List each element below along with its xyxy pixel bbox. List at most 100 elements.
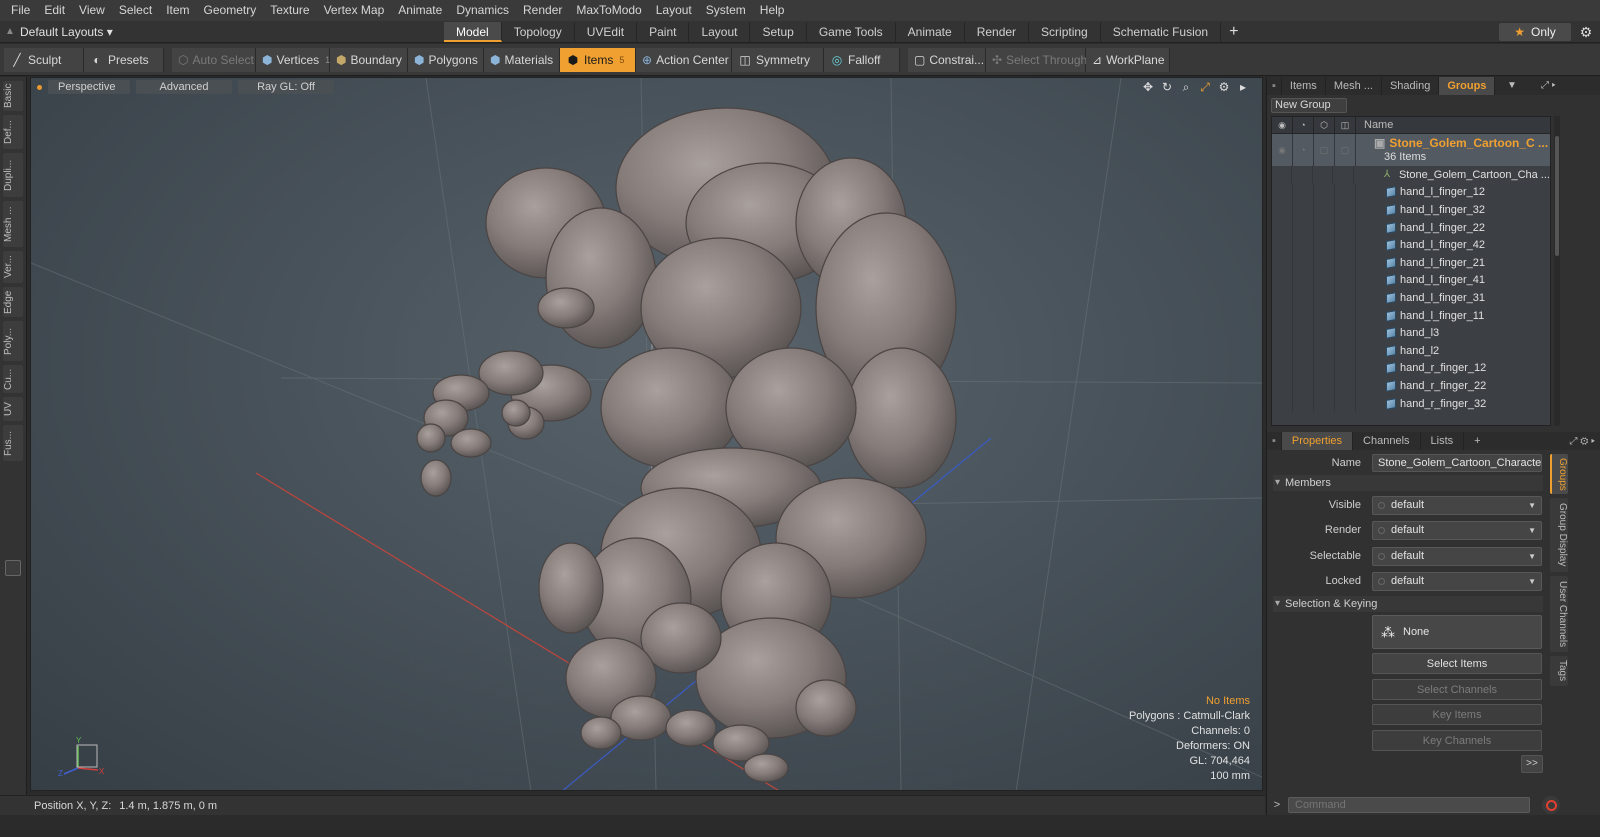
- tree-item-column[interactable]: [1293, 218, 1314, 237]
- tab-mesh[interactable]: Mesh ...: [1326, 77, 1382, 95]
- add-tab-icon[interactable]: +: [1464, 432, 1490, 450]
- tree-scroll-thumb[interactable]: [1555, 136, 1559, 256]
- tab-items[interactable]: Items: [1282, 77, 1326, 95]
- tree-item-column[interactable]: [1292, 166, 1313, 184]
- items-button[interactable]: ⬢ Items 5: [560, 47, 636, 72]
- tree-item-column[interactable]: [1335, 341, 1356, 360]
- visible-dropdown[interactable]: default: [1372, 495, 1542, 515]
- locked-dropdown[interactable]: default: [1372, 571, 1542, 591]
- auto-select-button[interactable]: ⬡ Auto Select: [172, 47, 256, 72]
- select-channels-button[interactable]: Select Channels: [1372, 679, 1542, 700]
- tree-item-row[interactable]: hand_l_finger_42: [1272, 236, 1550, 254]
- move-view-icon[interactable]: ✥: [1141, 80, 1155, 94]
- tab-edge[interactable]: Edge: [3, 287, 23, 317]
- zoom-view-icon[interactable]: ⌕: [1179, 80, 1193, 94]
- add-tab-icon[interactable]: +: [1221, 22, 1246, 42]
- fit-view-icon[interactable]: ⤢: [1198, 80, 1212, 94]
- record-macro-button[interactable]: [1542, 796, 1560, 814]
- tree-item-column[interactable]: [1293, 253, 1314, 272]
- more-button[interactable]: >>: [1521, 755, 1543, 773]
- gear-icon[interactable]: ⚙: [1577, 23, 1595, 41]
- menu-file[interactable]: File: [4, 0, 37, 21]
- tree-item-column[interactable]: [1335, 306, 1356, 325]
- tab-scripting[interactable]: Scripting: [1029, 22, 1101, 42]
- only-toggle-button[interactable]: ★ Only: [1499, 23, 1571, 41]
- tree-item-column[interactable]: [1293, 394, 1314, 413]
- key-items-button[interactable]: Key Items: [1372, 704, 1542, 725]
- tree-item-column[interactable]: [1314, 394, 1335, 413]
- tree-item-row[interactable]: hand_r_finger_32: [1272, 394, 1550, 413]
- panel-grip-icon[interactable]: ▪: [1267, 77, 1282, 95]
- none-button[interactable]: ⁂ None: [1372, 615, 1542, 649]
- tab-fusion[interactable]: Fus...: [3, 425, 23, 461]
- menu-dynamics[interactable]: Dynamics: [449, 0, 516, 21]
- tree-item-column[interactable]: [1272, 253, 1293, 272]
- presets-button[interactable]: ◐ Presets: [84, 47, 164, 72]
- tree-item-row[interactable]: hand_l_finger_21: [1272, 253, 1550, 272]
- tab-paint[interactable]: Paint: [637, 22, 690, 42]
- tree-item-column[interactable]: [1314, 218, 1335, 237]
- select-items-button[interactable]: Select Items: [1372, 653, 1542, 674]
- lock-icon[interactable]: ◫: [1335, 117, 1356, 134]
- tree-item-column[interactable]: [1272, 183, 1293, 202]
- tab-groups[interactable]: Groups: [1439, 77, 1496, 95]
- tab-properties[interactable]: Properties: [1281, 432, 1354, 450]
- tree-item-column[interactable]: [1272, 218, 1293, 237]
- tree-item-column[interactable]: [1314, 201, 1335, 219]
- tab-lists[interactable]: Lists: [1421, 432, 1465, 450]
- properties-maximize-icon[interactable]: ⤢ ⚙ ▸: [1569, 436, 1600, 447]
- tree-item-column[interactable]: [1314, 359, 1335, 378]
- visibility-eye-icon[interactable]: ◉: [1272, 117, 1293, 134]
- tree-item-row[interactable]: hand_r_finger_12: [1272, 359, 1550, 378]
- tab-animate[interactable]: Animate: [896, 22, 965, 42]
- tab-uvedit[interactable]: UVEdit: [575, 22, 638, 42]
- maximize-icon[interactable]: ⤢ ▸: [1541, 77, 1556, 95]
- tree-item-column[interactable]: [1335, 201, 1356, 219]
- tree-item-row[interactable]: hand_l3: [1272, 324, 1550, 342]
- tab-uv[interactable]: UV: [3, 397, 23, 421]
- rotate-view-icon[interactable]: ↻: [1160, 80, 1174, 94]
- tree-item-row[interactable]: hand_l_finger_31: [1272, 289, 1550, 307]
- materials-button[interactable]: ⬢ Materials: [484, 47, 560, 72]
- tree-item-column[interactable]: [1314, 236, 1335, 254]
- tree-item-column[interactable]: [1293, 183, 1314, 202]
- tree-item-column[interactable]: [1335, 377, 1356, 395]
- command-input[interactable]: [1288, 797, 1530, 813]
- tree-item-column[interactable]: [1314, 289, 1335, 307]
- tab-vertex[interactable]: Ver...: [3, 251, 23, 283]
- menu-item[interactable]: Item: [159, 0, 196, 21]
- menu-help[interactable]: Help: [753, 0, 792, 21]
- render-icon[interactable]: ◔: [1293, 117, 1314, 134]
- tree-item-column[interactable]: [1293, 236, 1314, 254]
- tree-item-column[interactable]: [1335, 289, 1356, 307]
- tab-layout[interactable]: Layout: [689, 22, 751, 42]
- tab-render[interactable]: Render: [965, 22, 1030, 42]
- select-through-button[interactable]: ✣ Select Through: [986, 47, 1087, 72]
- tree-item-row[interactable]: hand_l_finger_32: [1272, 201, 1550, 219]
- perspective-dropdown[interactable]: Perspective: [48, 80, 130, 94]
- tree-item-column[interactable]: [1293, 271, 1314, 290]
- menu-texture[interactable]: Texture: [263, 0, 316, 21]
- tree-item-column[interactable]: [1272, 359, 1293, 378]
- menu-view[interactable]: View: [72, 0, 112, 21]
- tab-setup[interactable]: Setup: [750, 22, 807, 42]
- tree-item-column[interactable]: [1314, 324, 1335, 342]
- panel-toggle-button[interactable]: [5, 560, 21, 576]
- menu-render[interactable]: Render: [516, 0, 569, 21]
- menu-system[interactable]: System: [699, 0, 753, 21]
- tab-schematic-fusion[interactable]: Schematic Fusion: [1101, 22, 1222, 42]
- selectable-dropdown[interactable]: default: [1372, 546, 1542, 566]
- menu-animate[interactable]: Animate: [391, 0, 449, 21]
- tree-item-row[interactable]: hand_l2: [1272, 341, 1550, 360]
- new-group-button[interactable]: New Group: [1271, 98, 1347, 113]
- tree-item-column[interactable]: [1335, 183, 1356, 202]
- tree-item-column[interactable]: [1314, 306, 1335, 325]
- action-center-button[interactable]: ⊕ Action Center: [636, 47, 732, 72]
- tree-item-column[interactable]: [1293, 377, 1314, 395]
- menu-select[interactable]: Select: [112, 0, 159, 21]
- tree-item-column[interactable]: [1333, 166, 1354, 184]
- selectable-icon[interactable]: ⬡: [1314, 117, 1335, 134]
- tree-item-column[interactable]: [1335, 253, 1356, 272]
- key-channels-button[interactable]: Key Channels: [1372, 730, 1542, 751]
- workplane-button[interactable]: ⊿ WorkPlane: [1086, 47, 1170, 72]
